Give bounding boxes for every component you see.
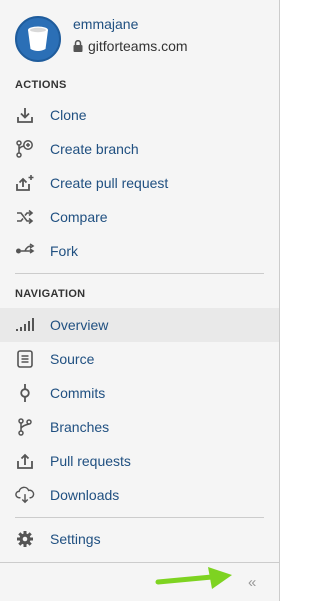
repo-name: gitforteams.com <box>73 38 188 54</box>
user-avatar[interactable] <box>15 16 61 62</box>
repo-header: emmajane gitforteams.com <box>0 0 279 72</box>
cloud-download-icon <box>15 486 35 504</box>
action-fork[interactable]: Fork <box>0 234 279 268</box>
nav-commits-label: Commits <box>50 385 106 401</box>
collapse-sidebar-button[interactable]: « <box>248 574 256 591</box>
file-icon <box>15 350 35 368</box>
branch-icon <box>15 418 35 436</box>
action-clone-label: Clone <box>50 107 87 123</box>
bar-chart-icon <box>15 316 35 334</box>
nav-settings[interactable]: Settings <box>0 522 279 556</box>
settings-divider <box>15 517 264 518</box>
section-divider <box>15 273 264 274</box>
nav-downloads[interactable]: Downloads <box>0 478 279 512</box>
commit-icon <box>15 384 35 402</box>
nav-overview[interactable]: Overview <box>0 308 279 342</box>
action-create-pull-request-label: Create pull request <box>50 175 169 191</box>
repository-sidebar: emmajane gitforteams.com ACTIONS Clone C… <box>0 0 280 601</box>
upload-icon <box>15 452 35 470</box>
nav-downloads-label: Downloads <box>50 487 120 503</box>
action-compare[interactable]: Compare <box>0 200 279 234</box>
nav-pull-requests-label: Pull requests <box>50 453 131 469</box>
nav-overview-label: Overview <box>50 317 109 333</box>
nav-settings-label: Settings <box>50 531 101 547</box>
annotation-arrow-icon <box>155 567 232 589</box>
nav-source[interactable]: Source <box>0 342 279 376</box>
nav-branches-label: Branches <box>50 419 110 435</box>
action-fork-label: Fork <box>50 243 78 259</box>
action-compare-label: Compare <box>50 209 108 225</box>
gear-icon <box>15 530 35 548</box>
nav-branches[interactable]: Branches <box>0 410 279 444</box>
nav-commits[interactable]: Commits <box>0 376 279 410</box>
shuffle-icon <box>15 208 35 226</box>
create-branch-icon <box>15 140 35 158</box>
nav-pull-requests[interactable]: Pull requests <box>0 444 279 478</box>
action-create-branch-label: Create branch <box>50 141 139 157</box>
lock-icon <box>73 40 83 52</box>
action-clone[interactable]: Clone <box>0 98 279 132</box>
action-create-pull-request[interactable]: Create pull request <box>0 166 279 200</box>
username-link[interactable]: emmajane <box>73 16 138 32</box>
action-create-branch[interactable]: Create branch <box>0 132 279 166</box>
navigation-heading: NAVIGATION <box>15 288 86 300</box>
nav-source-label: Source <box>50 351 95 367</box>
create-pull-request-icon <box>15 174 35 192</box>
fork-icon <box>15 242 35 260</box>
actions-heading: ACTIONS <box>15 79 67 91</box>
repo-name-label: gitforteams.com <box>88 38 188 54</box>
bucket-icon <box>28 26 48 51</box>
download-icon <box>15 106 35 124</box>
